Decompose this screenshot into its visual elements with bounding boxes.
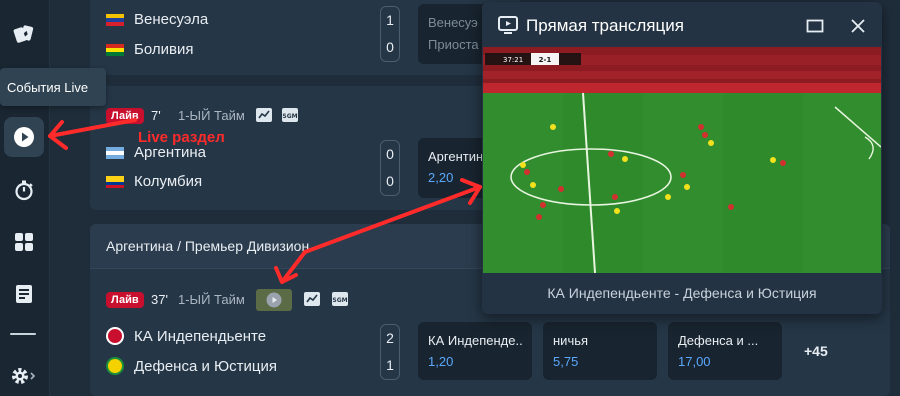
maximize-icon[interactable] xyxy=(806,19,824,33)
club-crest-icon xyxy=(106,357,124,375)
team-home: Венесуэла xyxy=(106,11,208,28)
sgm-icon[interactable]: SGM xyxy=(282,108,298,122)
grid-icon xyxy=(15,233,33,251)
team-name: Дефенса и Юстиция xyxy=(134,357,278,375)
match-minute: 7' xyxy=(151,108,161,123)
live-tooltip: События Live xyxy=(0,68,106,106)
play-icon xyxy=(266,292,282,308)
live-badge: Лайв xyxy=(106,292,144,308)
flag-colombia-icon xyxy=(106,175,124,188)
match-period: 1-ЫЙ Тайм xyxy=(178,108,245,123)
team-name: Венесуэла xyxy=(134,11,209,28)
document-icon xyxy=(16,285,32,303)
live-badge: Лайв xyxy=(106,108,144,124)
score-home: 1 xyxy=(386,12,394,28)
tv-icon xyxy=(498,16,518,34)
team-away: Дефенса и Юстиция xyxy=(106,357,277,375)
flag-argentina-icon xyxy=(106,146,124,159)
gear-icon xyxy=(12,368,36,384)
score-away: 1 xyxy=(386,357,394,373)
sidebar-divider xyxy=(10,333,36,335)
odd-name: ничья xyxy=(553,333,589,348)
sidebar-item-timer[interactable] xyxy=(4,170,44,210)
sidebar-item-settings[interactable] xyxy=(4,356,44,396)
team-home: КА Индепендьенте xyxy=(106,327,266,345)
sgm-icon[interactable]: SGM xyxy=(332,292,348,306)
match-period: 1-ЫЙ Тайм xyxy=(178,292,245,307)
team-home: Аргентина xyxy=(106,144,206,161)
score-home: 0 xyxy=(386,146,394,162)
odd-button-draw[interactable]: ничья 5,75 xyxy=(543,322,657,380)
sidebar-item-sports[interactable] xyxy=(4,222,44,262)
scoreboard-score: 2-1 xyxy=(539,56,552,64)
stopwatch-icon xyxy=(15,180,33,201)
odd-value: 17,00 xyxy=(678,354,711,369)
video-player[interactable]: 37:21 2-1 xyxy=(483,47,881,273)
play-icon xyxy=(14,127,34,147)
close-icon[interactable] xyxy=(850,18,866,34)
tooltip-text: События Live xyxy=(7,79,89,95)
score-box: 0 0 xyxy=(380,140,400,196)
sidebar-item-live[interactable] xyxy=(4,117,44,157)
odd-button-away[interactable]: Дефенса и ... 17,00 xyxy=(668,322,782,380)
stats-icon[interactable] xyxy=(256,108,272,122)
sidebar-item-betslip[interactable] xyxy=(4,274,44,314)
team-away: Колумбия xyxy=(106,173,202,190)
stream-title: Прямая трансляция xyxy=(526,16,684,35)
live-stream-window: Прямая трансляция 37:21 2-1 КА Индепендь… xyxy=(482,2,882,314)
flag-venezuela-icon xyxy=(106,13,124,26)
video-frame: 37:21 2-1 xyxy=(483,47,881,273)
stream-match-caption: КА Индепендьенте - Дефенса и Юстиция xyxy=(547,285,817,301)
sidebar-item-casino[interactable] xyxy=(4,14,44,54)
score-away: 0 xyxy=(386,39,394,55)
sidebar xyxy=(0,0,50,396)
score-away: 0 xyxy=(386,173,394,189)
score-box: 1 0 xyxy=(380,6,400,62)
odd-value: 5,75 xyxy=(553,354,579,369)
svg-text:SGM: SGM xyxy=(332,297,347,304)
team-away: Боливия xyxy=(106,41,193,58)
stats-icon[interactable] xyxy=(304,292,320,306)
club-crest-icon xyxy=(106,327,124,345)
odd-name: Дефенса и ... xyxy=(678,333,759,348)
more-markets-button[interactable]: +45 xyxy=(804,343,828,359)
odd-button-home[interactable]: КА Индепенде... 1,20 xyxy=(418,322,532,380)
odd-name: КА Индепенде... xyxy=(428,333,522,348)
score-box: 2 1 xyxy=(380,324,400,380)
annotation-label: Live раздел xyxy=(138,129,225,146)
stream-thumbnail[interactable] xyxy=(256,289,292,311)
svg-text:SGM: SGM xyxy=(282,113,297,120)
flag-bolivia-icon xyxy=(106,43,124,56)
scoreboard-time: 37:21 xyxy=(503,56,523,64)
team-name: Колумбия xyxy=(134,173,203,190)
score-home: 2 xyxy=(386,330,394,346)
team-name: КА Индепендьенте xyxy=(134,327,267,345)
odd-value: 1,20 xyxy=(428,354,454,369)
team-name: Боливия xyxy=(134,41,194,58)
league-title: Аргентина / Премьер Дивизион xyxy=(106,238,310,254)
cards-icon xyxy=(13,25,34,43)
team-name: Аргентина xyxy=(134,144,206,161)
match-minute: 37' xyxy=(151,292,168,307)
